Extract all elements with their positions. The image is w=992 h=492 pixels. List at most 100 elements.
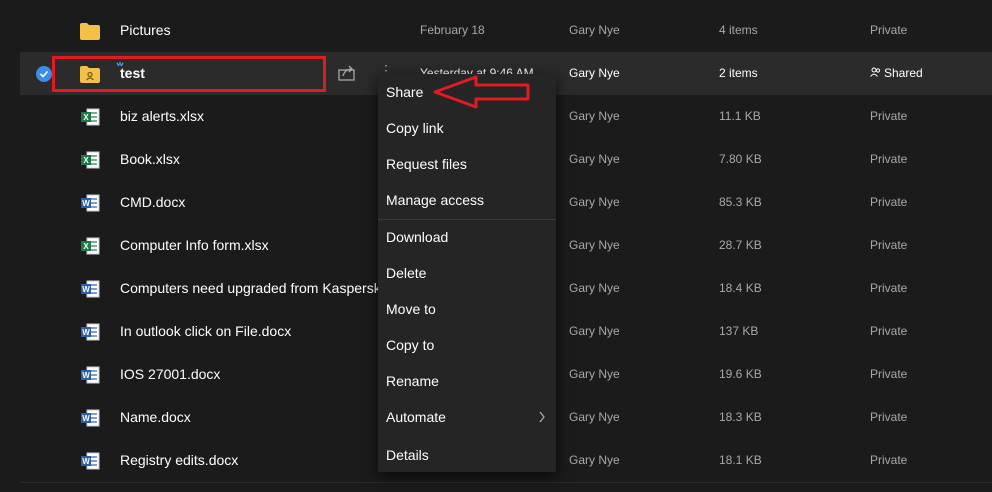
file-size-cell: 28.7 KB: [719, 238, 762, 252]
file-size-cell: 11.1 KB: [719, 109, 761, 123]
excel-file-icon: X: [80, 237, 100, 255]
svg-text:X: X: [83, 242, 89, 251]
sharing-label: Private: [870, 367, 908, 381]
checkmark-icon[interactable]: [36, 66, 52, 82]
modified-by-cell: Gary Nye: [569, 23, 620, 37]
menu-item-label: Move to: [386, 301, 436, 317]
file-name[interactable]: Book.xlsx: [120, 151, 180, 167]
menu-item-copy-to[interactable]: Copy to: [378, 327, 556, 363]
file-name[interactable]: Computer Info form.xlsx: [120, 237, 269, 253]
file-name[interactable]: Name.docx: [120, 409, 191, 425]
menu-item-label: Manage access: [386, 192, 485, 208]
file-size-cell: 18.4 KB: [719, 281, 762, 295]
menu-item-label: Automate: [386, 409, 446, 425]
modified-by-cell: Gary Nye: [569, 152, 620, 166]
sharing-label: Private: [870, 109, 908, 123]
file-name[interactable]: IOS 27001.docx: [120, 366, 220, 382]
word-file-icon: W: [80, 280, 100, 298]
modified-by-cell: Gary Nye: [569, 238, 620, 252]
people-icon: [870, 66, 881, 80]
svg-text:X: X: [83, 113, 89, 122]
sharing-label: Private: [870, 195, 908, 209]
word-file-icon: W: [80, 409, 100, 427]
sharing-label: Private: [870, 281, 908, 295]
file-size-cell: 18.3 KB: [719, 410, 762, 424]
menu-item-label: Download: [386, 229, 449, 245]
file-size-cell: 18.1 KB: [719, 453, 762, 467]
modified-by-cell: Gary Nye: [569, 367, 620, 381]
menu-item-label: Request files: [386, 156, 467, 172]
modified-by-cell: Gary Nye: [569, 109, 620, 123]
shared-folder-icon: [80, 65, 100, 83]
modified-by-cell: Gary Nye: [569, 453, 620, 467]
sharing-cell: Private: [870, 23, 907, 37]
menu-item-label: Copy link: [386, 120, 444, 136]
file-size-cell: 7.80 KB: [719, 152, 762, 166]
chevron-right-icon: [538, 410, 546, 426]
svg-text:W: W: [82, 328, 90, 337]
file-size-cell: 2 items: [719, 66, 758, 80]
svg-text:W: W: [82, 414, 90, 423]
sharing-cell: Private: [870, 367, 907, 381]
sharing-label: Private: [870, 410, 908, 424]
file-name[interactable]: test: [120, 65, 145, 81]
file-size-cell: 85.3 KB: [719, 195, 762, 209]
sharing-cell: Private: [870, 410, 907, 424]
menu-item-share[interactable]: Share: [378, 74, 556, 110]
file-name[interactable]: In outlook click on File.docx: [120, 323, 291, 339]
sharing-label: Shared: [884, 66, 923, 80]
sharing-cell: Private: [870, 195, 907, 209]
svg-text:W: W: [82, 371, 90, 380]
sharing-label: Private: [870, 152, 908, 166]
menu-item-rename[interactable]: Rename: [378, 363, 556, 399]
share-icon[interactable]: [338, 65, 356, 86]
modified-by-cell: Gary Nye: [569, 195, 620, 209]
context-menu: Share Copy link Request files Manage access…: [378, 74, 556, 472]
file-name[interactable]: CMD.docx: [120, 194, 185, 210]
file-size-cell: 19.6 KB: [719, 367, 762, 381]
svg-text:W: W: [82, 457, 90, 466]
file-row[interactable]: Pictures February 18 Gary Nye 4 items Privat…: [20, 9, 992, 53]
menu-item-label: Rename: [386, 373, 439, 389]
modified-by-cell: Gary Nye: [569, 324, 620, 338]
file-name[interactable]: Registry edits.docx: [120, 452, 238, 468]
sharing-cell: Private: [870, 238, 907, 252]
file-name[interactable]: Pictures: [120, 22, 171, 38]
folder-icon: [80, 22, 100, 40]
menu-item-request-files[interactable]: Request files: [378, 146, 556, 182]
menu-item-details[interactable]: Details: [378, 437, 556, 473]
file-name[interactable]: biz alerts.xlsx: [120, 108, 204, 124]
menu-item-download[interactable]: Download: [378, 219, 556, 255]
modified-cell: February 18: [420, 23, 485, 37]
menu-item-move-to[interactable]: Move to: [378, 291, 556, 327]
menu-item-manage-access[interactable]: Manage access: [378, 182, 556, 218]
excel-file-icon: X: [80, 108, 100, 126]
sharing-cell: Private: [870, 281, 907, 295]
word-file-icon: W: [80, 323, 100, 341]
file-size-cell: 137 KB: [719, 324, 759, 338]
modified-by-cell: Gary Nye: [569, 66, 620, 80]
word-file-icon: W: [80, 366, 100, 384]
file-name[interactable]: Computers need upgraded from Kaspersk: [120, 280, 378, 296]
modified-by-cell: Gary Nye: [569, 281, 620, 295]
sharing-cell: Private: [870, 324, 907, 338]
menu-item-copy-link[interactable]: Copy link: [378, 110, 556, 146]
file-size-cell: 4 items: [719, 23, 758, 37]
svg-text:W: W: [82, 199, 90, 208]
menu-item-delete[interactable]: Delete: [378, 255, 556, 291]
sharing-label: Private: [870, 324, 908, 338]
word-file-icon: W: [80, 452, 100, 470]
sharing-label: Private: [870, 453, 908, 467]
sharing-label: Private: [870, 23, 908, 37]
svg-text:X: X: [83, 156, 89, 165]
sharing-label: Private: [870, 238, 908, 252]
svg-text:W: W: [82, 285, 90, 294]
menu-item-label: Delete: [386, 265, 427, 281]
menu-item-label: Copy to: [386, 337, 435, 353]
modified-by-cell: Gary Nye: [569, 410, 620, 424]
sharing-cell: Private: [870, 109, 907, 123]
sharing-cell: Private: [870, 152, 907, 166]
menu-item-label: Share: [386, 84, 424, 100]
word-file-icon: W: [80, 194, 100, 212]
menu-item-automate[interactable]: Automate: [378, 399, 556, 435]
